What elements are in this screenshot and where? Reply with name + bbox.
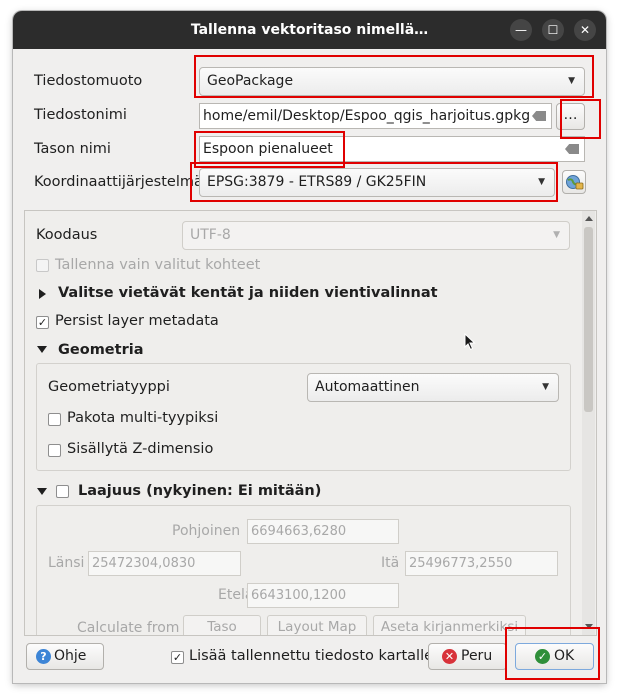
west-input[interactable]: 25472304,0830	[88, 551, 241, 576]
maximize-button[interactable]: ☐	[542, 19, 564, 41]
south-input[interactable]: 6643100,1200	[247, 583, 399, 608]
ok-button[interactable]: ✓ OK	[515, 643, 594, 670]
layer-name-input[interactable]: Espoon pienalueet	[199, 136, 585, 162]
ok-label: OK	[554, 648, 575, 664]
extent-section-header[interactable]: Laajuus (nykyinen: Ei mitään)	[78, 483, 321, 499]
selected-only-label: Tallenna vain valitut kohteet	[55, 257, 261, 273]
clear-icon[interactable]	[532, 111, 546, 121]
clear-icon[interactable]	[565, 144, 579, 154]
cancel-label: Peru	[461, 648, 493, 664]
chevron-down-icon: ▼	[568, 76, 575, 86]
save-vector-layer-dialog: Tallenna vektoritaso nimellä… — ☐ ✕ Tied…	[13, 11, 606, 683]
scrollbar-thumb[interactable]	[584, 227, 593, 412]
crs-combo[interactable]: EPSG:3879 - ETRS89 / GK25FIN ▼	[199, 168, 555, 197]
help-button[interactable]: ? Ohje	[26, 643, 104, 670]
chevron-down-icon: ▼	[542, 382, 549, 392]
north-label: Pohjoinen	[172, 523, 241, 539]
format-value: GeoPackage	[207, 73, 294, 89]
layer-name-value: Espoon pienalueet	[203, 141, 333, 157]
expand-arrow-icon[interactable]	[39, 289, 46, 299]
force-multi-label: Pakota multi-tyypiksi	[67, 410, 219, 426]
options-scroll-area[interactable]: Koodaus UTF-8 ▼ Tallenna vain valitut ko…	[24, 210, 597, 636]
east-label: Itä	[381, 555, 400, 571]
encoding-combo: UTF-8 ▼	[182, 221, 570, 250]
layer-name-label: Tason nimi	[34, 141, 111, 157]
crs-label: Koordinaattijärjestelmä	[34, 174, 203, 190]
calc-from-layer-button[interactable]: Taso	[183, 615, 261, 635]
extent-checkbox[interactable]	[56, 485, 69, 498]
fields-section-header[interactable]: Valitse vietävät kentät ja niiden vienti…	[58, 285, 438, 301]
include-z-label: Sisällytä Z-dimensio	[67, 441, 214, 457]
scroll-down-icon[interactable]	[585, 624, 593, 629]
force-multi-checkbox[interactable]	[48, 413, 61, 426]
title-bar: Tallenna vektoritaso nimellä… — ☐ ✕	[13, 11, 606, 49]
filename-input[interactable]: home/emil/Desktop/Espoo_qgis_harjoitus.g…	[199, 103, 552, 129]
extent-group: Pohjoinen 6694663,6280 Länsi 25472304,08…	[36, 505, 571, 636]
chevron-down-icon: ▼	[553, 230, 560, 240]
geometry-type-value: Automaattinen	[315, 379, 420, 395]
encoding-label: Koodaus	[36, 227, 98, 243]
format-combo[interactable]: GeoPackage ▼	[199, 67, 585, 96]
east-input[interactable]: 25496773,2550	[405, 551, 558, 576]
crs-value: EPSG:3879 - ETRS89 / GK25FIN	[207, 174, 427, 190]
selected-only-checkbox[interactable]	[36, 259, 49, 272]
minimize-button[interactable]: —	[510, 19, 532, 41]
add-to-map-label: Lisää tallennettu tiedosto kartalle	[189, 648, 434, 664]
crs-select-button[interactable]	[562, 170, 586, 194]
collapse-arrow-icon[interactable]	[37, 488, 47, 495]
ok-icon: ✓	[535, 649, 550, 664]
add-to-map-checkbox[interactable]: ✓	[171, 651, 184, 664]
geometry-type-combo[interactable]: Automaattinen ▼	[307, 373, 559, 402]
help-icon: ?	[36, 649, 51, 664]
geometry-section-header[interactable]: Geometria	[58, 342, 143, 358]
calculate-from-label: Calculate from	[77, 620, 180, 636]
filename-value: home/emil/Desktop/Espoo_qgis_harjoitus.g…	[203, 108, 531, 124]
persist-metadata-label: Persist layer metadata	[55, 313, 219, 329]
format-label: Tiedostomuoto	[34, 73, 143, 89]
calc-from-layout-map-button[interactable]: Layout Map	[267, 615, 367, 635]
vertical-scrollbar[interactable]	[582, 211, 595, 635]
mouse-cursor-icon	[464, 333, 476, 351]
encoding-value: UTF-8	[190, 227, 231, 243]
collapse-arrow-icon[interactable]	[37, 346, 47, 353]
west-label: Länsi	[48, 555, 85, 571]
north-input[interactable]: 6694663,6280	[247, 519, 399, 544]
geometry-group: Geometriatyyppi Automaattinen ▼ Pakota m…	[36, 363, 571, 471]
scroll-up-icon[interactable]	[585, 216, 593, 221]
include-z-checkbox[interactable]	[48, 444, 61, 457]
cancel-button[interactable]: ✕ Peru	[428, 643, 507, 670]
calc-from-bookmark-button[interactable]: Aseta kirjanmerkiksi	[373, 615, 526, 635]
crs-select-icon	[566, 175, 584, 190]
filename-label: Tiedostonimi	[34, 107, 127, 123]
persist-metadata-checkbox[interactable]: ✓	[36, 316, 49, 329]
close-button[interactable]: ✕	[574, 19, 596, 41]
browse-button[interactable]: …	[556, 103, 585, 130]
geometry-type-label: Geometriatyyppi	[48, 379, 170, 395]
help-label: Ohje	[54, 648, 87, 664]
cancel-icon: ✕	[442, 649, 457, 664]
chevron-down-icon: ▼	[538, 177, 545, 187]
